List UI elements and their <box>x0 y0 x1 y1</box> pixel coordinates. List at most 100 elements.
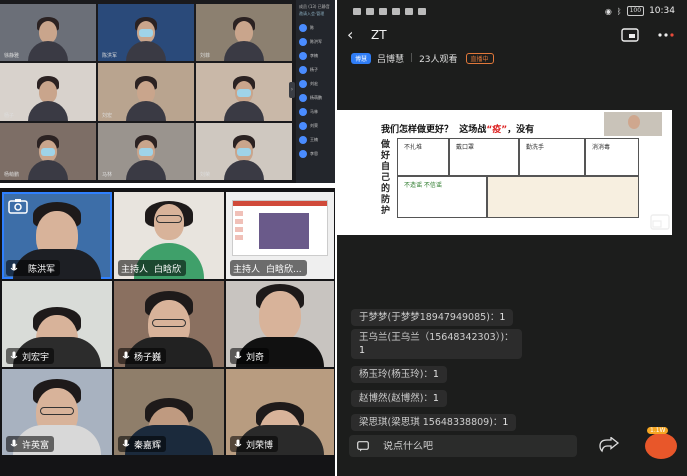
desktop-tile[interactable]: 陈洪军 <box>98 4 194 62</box>
participant-item[interactable]: 杨子 <box>296 63 335 77</box>
participant-video-grid: 陈洪军 主持人 白晗欣 主持人 白晗欣... 刘宏宇 杨子巍 刘奇 许英富 秦嘉… <box>2 192 335 474</box>
participant-name: 王楠 <box>310 137 318 142</box>
desktop-tile[interactable]: 徐静雅 <box>0 4 96 62</box>
participant-name: 刘宏宇 <box>22 352 50 363</box>
participant-tile[interactable]: 主持人 白晗欣... <box>226 192 334 279</box>
slide-title-part: 我们怎样做更好？ <box>381 125 454 135</box>
participant-item[interactable]: 李楠 <box>296 49 335 63</box>
participant-name: 杨子巍 <box>134 352 162 363</box>
participant-name: 李思 <box>310 151 318 156</box>
more-icon[interactable] <box>655 27 677 43</box>
top-nav: ‹ ZT <box>337 24 687 46</box>
status-right: ◉ ᛒ 100 10:34 <box>605 6 675 16</box>
desktop-tile-name: 刘荣 <box>200 171 211 178</box>
participants-subheader[interactable]: 邀请入会·管理 <box>296 11 335 21</box>
collapse-sidebar-icon[interactable]: › <box>289 82 295 98</box>
comment-input-box[interactable] <box>349 435 577 457</box>
participant-tile[interactable]: 秦嘉辉 <box>114 369 224 455</box>
status-bar: ◉ ᛒ 100 10:34 <box>337 0 687 22</box>
like-button[interactable]: 1.1W <box>645 427 677 459</box>
face <box>259 291 301 342</box>
presenter-camera-pip[interactable] <box>604 112 662 136</box>
face <box>628 115 640 129</box>
participant-item[interactable]: 李思 <box>296 147 335 161</box>
slide-thumb <box>235 235 243 240</box>
slide-cell-label: 不造谣 不信谣 <box>404 182 442 189</box>
danmaku-icon[interactable] <box>357 440 369 452</box>
participant-tile[interactable]: 刘奇 <box>226 281 334 367</box>
phone-meeting-grid: 陈洪军 主持人 白晗欣 主持人 白晗欣... 刘宏宇 杨子巍 刘奇 许英富 秦嘉… <box>0 188 335 476</box>
participants-header: 成员 (13) 已静音 <box>299 4 330 9</box>
share-icon[interactable] <box>597 435 621 457</box>
desktop-tile[interactable] <box>196 63 292 121</box>
comment-input[interactable] <box>383 440 563 452</box>
clock: 10:34 <box>649 6 675 16</box>
body <box>28 100 68 121</box>
participant-item[interactable]: 陈洪军 <box>296 35 335 49</box>
participant-tile[interactable]: 许英富 <box>2 369 112 455</box>
slide-title: 我们怎样做更好？ 这场战“疫”，没有 <box>381 122 534 135</box>
desktop-tile-name: 马林 <box>102 171 113 178</box>
participant-item[interactable]: 刘宏 <box>296 77 335 91</box>
chat-message-row: 杨玉玲(杨玉玲)：1 <box>351 362 631 386</box>
participant-name: 李楠 <box>310 53 318 58</box>
participant-name: 陈 <box>310 25 314 30</box>
viewer-count: 23人观看 <box>419 54 458 65</box>
participant-tile[interactable]: 刘宏宇 <box>2 281 112 367</box>
notification-icon <box>418 7 426 15</box>
status-icons <box>349 7 605 15</box>
avatar <box>299 136 307 144</box>
participant-label: 主持人 白晗欣 <box>118 260 187 276</box>
chat-text: 1 <box>432 369 439 380</box>
participant-label: 刘奇 <box>230 348 270 364</box>
mask <box>237 147 251 156</box>
participant-item[interactable]: 陈 <box>296 21 335 35</box>
chat-message-row: 王乌兰(王乌兰（15648342303）)： 1 <box>351 329 631 362</box>
desktop-tile[interactable]: 杨萌鹏 <box>0 122 96 180</box>
desktop-tile[interactable]: 杨子 <box>0 63 96 121</box>
avatar <box>299 150 307 158</box>
participant-tile[interactable]: 陈洪军 <box>2 192 112 279</box>
microphone-icon <box>122 351 130 359</box>
participant-item[interactable]: 杨萌鹏 <box>296 91 335 105</box>
participant-name: 许英富 <box>22 440 50 451</box>
wifi-icon <box>379 7 387 15</box>
desktop-tile[interactable]: 刘荣 <box>196 122 292 180</box>
participant-name: 刘宏 <box>310 81 318 86</box>
participant-tile[interactable]: 杨子巍 <box>114 281 224 367</box>
glasses <box>40 406 74 415</box>
eye-icon: ◉ <box>604 6 612 16</box>
avatar <box>299 122 307 130</box>
microphone-icon <box>122 439 130 447</box>
face <box>39 21 57 44</box>
back-arrow-icon[interactable]: ‹ <box>347 27 363 43</box>
participant-tile[interactable]: 刘荣博 <box>226 369 334 455</box>
battery-icon: 100 <box>626 6 645 16</box>
slide-cell-label: 勤洗手 <box>526 144 545 151</box>
desktop-video-grid: 徐静雅 陈洪军 刘菲 杨子 刘宏 杨萌鹏 马林 刘荣 <box>0 4 292 180</box>
participants-panel: 成员 (13) 已静音 邀请入会·管理 陈 陈洪军 李楠 杨子 刘宏 杨萌鹏 马… <box>296 0 335 183</box>
participant-item[interactable]: 刘荣 <box>296 119 335 133</box>
live-video[interactable]: 我们怎样做更好？ 这场战“疫”，没有 做好自己的防护 不扎堆 戴口罩 勤洗手 消… <box>337 110 672 235</box>
microphone-icon <box>234 439 242 447</box>
participant-name: 陈洪军 <box>28 264 56 275</box>
desktop-tile[interactable]: 马林 <box>98 122 194 180</box>
participant-item[interactable]: 马林 <box>296 105 335 119</box>
camera-switch-icon[interactable] <box>8 198 28 214</box>
participant-label: 杨子巍 <box>118 348 167 364</box>
minimize-window-icon[interactable] <box>619 27 641 43</box>
slide-title-part: 这场战 <box>459 125 487 135</box>
desktop-tile-name: 徐静雅 <box>4 53 20 60</box>
signal-icon <box>366 7 374 15</box>
participant-tile[interactable]: 主持人 白晗欣 <box>114 192 224 279</box>
desktop-tile[interactable]: 刘宏 <box>98 63 194 121</box>
desktop-tile[interactable]: 刘菲 <box>196 4 292 62</box>
body <box>28 159 68 180</box>
chat-sender: 赵博然(赵博然)： <box>359 393 433 404</box>
participant-item[interactable]: 王楠 <box>296 133 335 147</box>
slide-cell: 不扎堆 <box>397 138 449 176</box>
host-name[interactable]: 吕博慧 <box>377 52 404 65</box>
fullscreen-icon[interactable] <box>650 214 670 230</box>
chat-message: 杨玉玲(杨玉玲)：1 <box>351 366 447 383</box>
microphone-icon <box>234 351 242 359</box>
